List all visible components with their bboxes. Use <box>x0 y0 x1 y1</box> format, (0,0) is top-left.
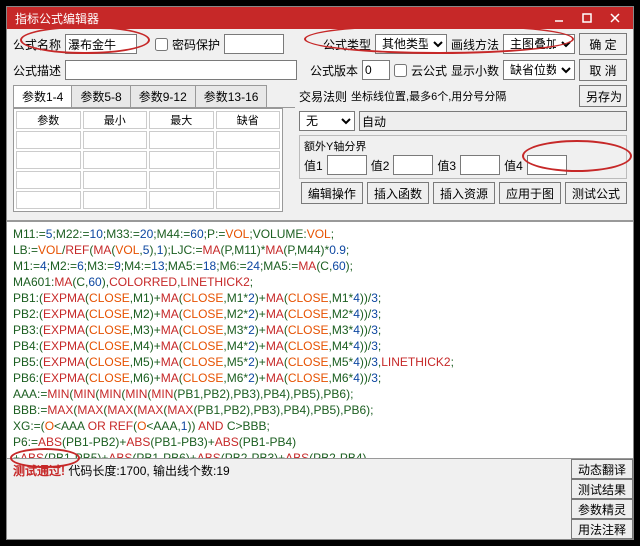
status-area: 测试通过! 代码长度:1700, 输出线个数:19 <box>7 459 571 482</box>
formula-type-select[interactable]: 其他类型 <box>375 34 447 54</box>
window-title: 指标公式编辑器 <box>11 10 545 27</box>
password-label: 密码保护 <box>172 36 220 53</box>
editor-window: 指标公式编辑器 公式名称 密码保护 公式类型 其他类型 画线方法 主图叠加 确 … <box>6 6 634 540</box>
bottom-bar: 测试通过! 代码长度:1700, 输出线个数:19 动态翻译 测试结果 参数精灵… <box>7 458 633 539</box>
formula-name-input[interactable] <box>65 34 137 54</box>
draw-method-select[interactable]: 主图叠加 <box>503 34 575 54</box>
cloud-checkbox[interactable] <box>394 64 407 77</box>
auto-input[interactable] <box>359 111 627 131</box>
password-input[interactable] <box>224 34 284 54</box>
status-detail: 代码长度:1700, 输出线个数:19 <box>68 464 229 478</box>
param-wizard-button[interactable]: 参数精灵 <box>571 499 633 519</box>
apply-chart-button[interactable]: 应用于图 <box>499 182 561 204</box>
cancel-button[interactable]: 取 消 <box>579 59 627 81</box>
formula-name-label: 公式名称 <box>13 36 61 53</box>
maximize-button[interactable] <box>573 9 601 27</box>
coord-label: 坐标线位置,最多6个,用分号分隔 <box>351 88 575 104</box>
version-label: 公式版本 <box>310 62 358 79</box>
draw-method-label: 画线方法 <box>451 36 499 53</box>
extra-y-group: 额外Y轴分界 值1 值2 值3 值4 <box>299 135 627 179</box>
desc-input[interactable] <box>65 60 297 80</box>
tab-params-9-12[interactable]: 参数9-12 <box>130 85 196 107</box>
desc-label: 公式描述 <box>13 62 61 79</box>
close-button[interactable] <box>601 9 629 27</box>
ok-button[interactable]: 确 定 <box>579 33 627 55</box>
insert-res-button[interactable]: 插入资源 <box>433 182 495 204</box>
insert-func-button[interactable]: 插入函数 <box>367 182 429 204</box>
version-input[interactable] <box>362 60 390 80</box>
y1-input[interactable] <box>327 155 367 175</box>
tab-params-1-4[interactable]: 参数1-4 <box>13 85 72 107</box>
y2-input[interactable] <box>393 155 433 175</box>
dyn-translate-button[interactable]: 动态翻译 <box>571 459 633 479</box>
tab-params-13-16[interactable]: 参数13-16 <box>195 85 268 107</box>
save-as-button[interactable]: 另存为 <box>579 85 627 107</box>
cloud-label: 云公式 <box>411 62 447 79</box>
trade-rule-label: 交易法则 <box>299 88 347 105</box>
edit-ops-button[interactable]: 编辑操作 <box>301 182 363 204</box>
y4-input[interactable] <box>527 155 567 175</box>
code-editor[interactable]: M11:=5;M22:=10;M33:=20;M44:=60;P:=VOL;VO… <box>7 221 633 458</box>
test-result-button[interactable]: 测试结果 <box>571 479 633 499</box>
params-panel: 参数1-4 参数5-8 参数9-12 参数13-16 参数最小最大缺省 <box>13 85 295 212</box>
decimals-select[interactable]: 缺省位数 <box>503 60 575 80</box>
extra-y-title: 额外Y轴分界 <box>304 138 622 154</box>
minimize-button[interactable] <box>545 9 573 27</box>
form-area: 公式名称 密码保护 公式类型 其他类型 画线方法 主图叠加 确 定 公式描述 公… <box>7 29 633 221</box>
param-tabs: 参数1-4 参数5-8 参数9-12 参数13-16 <box>13 85 295 108</box>
password-checkbox[interactable] <box>155 38 168 51</box>
test-pass-label: 测试通过! <box>13 464 65 478</box>
decimals-label: 显示小数 <box>451 62 499 79</box>
side-buttons: 动态翻译 测试结果 参数精灵 用法注释 <box>571 459 633 539</box>
param-table: 参数最小最大缺省 <box>13 108 283 212</box>
usage-note-button[interactable]: 用法注释 <box>571 519 633 539</box>
tab-params-5-8[interactable]: 参数5-8 <box>71 85 130 107</box>
auto-select[interactable]: 无 <box>299 111 355 131</box>
titlebar: 指标公式编辑器 <box>7 7 633 29</box>
y3-input[interactable] <box>460 155 500 175</box>
formula-type-label: 公式类型 <box>323 36 371 53</box>
test-formula-button[interactable]: 测试公式 <box>565 182 627 204</box>
